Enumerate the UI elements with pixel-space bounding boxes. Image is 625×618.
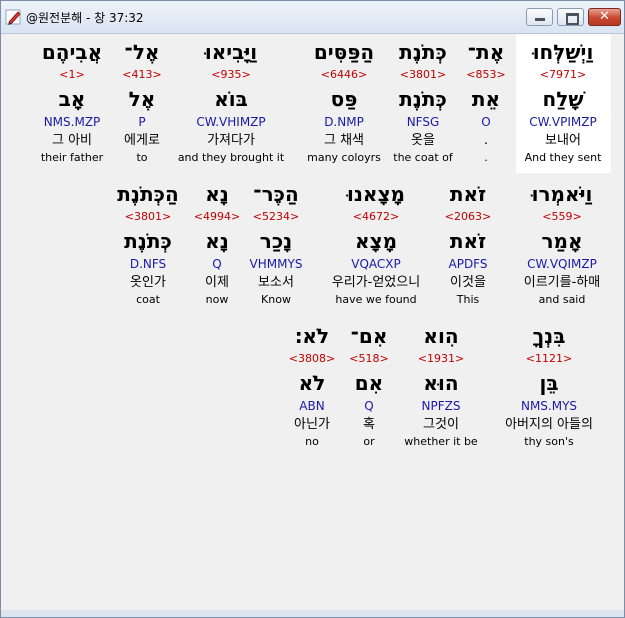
parsing-code: NMS.MYS <box>520 399 578 413</box>
word-column[interactable]: וַיֹּאמְרוּ <559> אָמַר CW.VQIMZP 이르기를-하매 and… <box>515 176 610 308</box>
word-column[interactable]: הַכְּתֹנֶת <3801> כְּתֹנֶת D.NFS 옷인가 coat <box>99 176 197 308</box>
hebrew-word: לֹא׃ <box>294 324 330 348</box>
hebrew-word: מָצָאנוּ <box>346 182 406 206</box>
minimize-button[interactable] <box>526 8 553 26</box>
close-button[interactable]: ✕ <box>588 8 621 26</box>
korean-gloss: 아닌가 <box>294 417 330 432</box>
hebrew-word: בִּנְךָ <box>532 324 566 348</box>
lemma-word: לֹא <box>298 371 326 395</box>
english-gloss: coat <box>136 293 160 306</box>
english-gloss: their father <box>40 151 104 164</box>
lemma-word: כְּתֹנֶת <box>124 229 172 253</box>
maximize-icon <box>566 13 579 25</box>
korean-gloss: 그 채색 <box>323 133 364 148</box>
strong-number: <935> <box>211 68 251 81</box>
app-window: @원전분해 - 창 37:32 ✕ וַיְשַׁלְּחוּ <7971> שָׁ… <box>0 0 625 618</box>
korean-gloss: 아버지의 아들의 <box>505 417 593 432</box>
english-gloss: no <box>305 435 319 448</box>
korean-gloss: 이르기를-하매 <box>523 275 601 290</box>
parsing-code: CW.VHIMZP <box>196 115 266 129</box>
word-column[interactable]: מָצָאנוּ <4672> מָצָא VQACXP 우리가-얻었으니 have we… <box>317 176 436 308</box>
close-icon: ✕ <box>599 9 610 24</box>
english-gloss: and said <box>538 293 586 306</box>
parsing-code: VQACXP <box>351 257 401 271</box>
parsing-code: ABN <box>299 399 325 413</box>
strong-number: <1> <box>59 68 85 81</box>
lemma-word: מָצָא <box>354 229 398 253</box>
korean-gloss: 옷인가 <box>130 275 166 290</box>
parsing-code: D.NMP <box>324 115 364 129</box>
strong-number: <1121> <box>525 352 573 365</box>
word-column[interactable]: בִּנְךָ <1121> בֵּן NMS.MYS 아버지의 아들의 thy son'… <box>494 318 604 450</box>
strong-number: <4672> <box>352 210 400 223</box>
strong-number: <6446> <box>320 68 368 81</box>
english-gloss: thy son's <box>524 435 574 448</box>
korean-gloss: 그 아비 <box>51 133 92 148</box>
lemma-word: אָב <box>58 87 86 111</box>
korean-gloss: 가져다가 <box>207 133 255 148</box>
minimize-icon <box>535 18 545 21</box>
hebrew-word: הַפַּסִּים <box>313 40 375 64</box>
parsing-code: D.NFS <box>129 257 167 271</box>
app-pen-icon <box>5 9 21 25</box>
english-gloss: have we found <box>335 293 417 306</box>
window-title: @원전분해 - 창 37:32 <box>26 11 144 25</box>
korean-gloss: 우리가-얻었으니 <box>331 275 421 290</box>
strong-number: <559> <box>542 210 582 223</box>
parsing-code: CW.VQIMZP <box>527 257 597 271</box>
strong-number: <3808> <box>288 352 336 365</box>
word-column[interactable]: אֲבִיהֶם <1> אָב NMS.MZP 그 아비 their father <box>25 34 120 166</box>
window-bottom-border <box>1 610 624 617</box>
word-column[interactable]: הַפַּסִּים <6446> פַּס D.NMP 그 채색 many coloyr… <box>297 34 392 166</box>
hebrew-word: אֲבִיהֶם <box>41 40 103 64</box>
strong-number: <3801> <box>124 210 172 223</box>
lemma-word: בּוֹא <box>214 87 248 111</box>
parsing-code: NMS.MZP <box>43 115 101 129</box>
lemma-word: אָמַר <box>541 229 583 253</box>
english-gloss: many coloyrs <box>307 151 381 164</box>
hebrew-word: וַיֹּאמְרוּ <box>531 182 593 206</box>
hebrew-word: הַכְּתֹנֶת <box>117 182 179 206</box>
title-bar[interactable]: @원전분해 - 창 37:32 ✕ <box>1 1 624 34</box>
lemma-word: בֵּן <box>539 371 559 395</box>
word-column[interactable]: וַיָּבִיאוּ <935> בּוֹא CW.VHIMZP 가져다가 and th… <box>176 34 286 166</box>
word-column[interactable]: לֹא׃ <3808> לֹא ABN 아닌가 no <box>265 318 360 450</box>
english-gloss: and they brought it <box>177 151 285 164</box>
maximize-button[interactable] <box>557 8 584 26</box>
lemma-word: פַּס <box>330 87 358 111</box>
hebrew-word: וַיָּבִיאוּ <box>204 40 258 64</box>
interlinear-panel: וַיְשַׁלְּחוּ <7971> שָׁלַח CW.VPIMZP 보내어 And… <box>7 34 618 609</box>
